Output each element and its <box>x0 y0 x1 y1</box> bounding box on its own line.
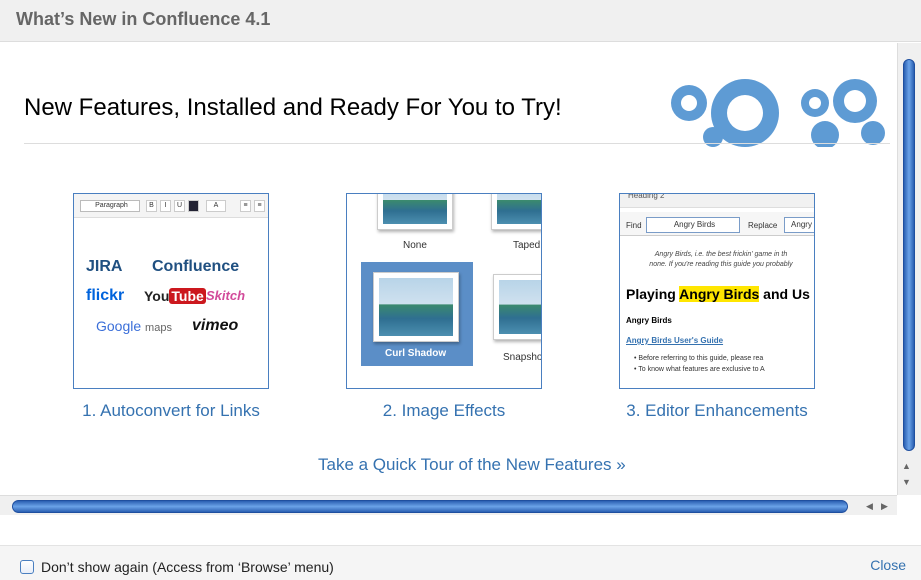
feature-autoconvert: Paragraph B I U A ≡ ≡ JIRA Confluence fl… <box>61 193 281 421</box>
effect-none-preview <box>377 194 453 230</box>
confluence-logo: Confluence <box>152 258 240 275</box>
divider <box>24 143 890 144</box>
effect-none-label: None <box>403 240 427 251</box>
dont-show-label[interactable]: Don’t show again (Access from ‘Browse’ m… <box>41 559 334 575</box>
horizontal-scroll-thumb[interactable] <box>12 500 848 513</box>
style-select: Heading 2 <box>628 193 665 200</box>
scroll-right-icon[interactable]: ▶ <box>881 501 888 512</box>
flickr-logo: flickr <box>86 287 125 304</box>
find-label: Find <box>626 221 642 230</box>
underline-icon: U <box>174 200 185 212</box>
text-size-icon: A <box>206 200 226 212</box>
scroll-up-icon[interactable]: ▲ <box>902 461 911 471</box>
bold-icon: B <box>146 200 157 212</box>
editor-toolbar: Paragraph B I U A ≡ ≡ <box>74 194 268 218</box>
replace-label: Replace <box>748 221 778 230</box>
image-effects-thumbnail[interactable]: None Taped Curl Shadow Snapsho <box>346 193 542 389</box>
jira-logo: JIRA <box>86 258 123 275</box>
feature-link-editor-enhancements[interactable]: 3. Editor Enhancements <box>607 401 827 421</box>
vertical-scrollbar[interactable]: ▲ ▼ <box>897 43 921 495</box>
autoconvert-thumbnail[interactable]: Paragraph B I U A ≡ ≡ JIRA Confluence fl… <box>73 193 269 389</box>
effect-curl-selected: Curl Shadow <box>361 262 473 366</box>
dialog-title-bar: What’s New in Confluence 4.1 <box>0 0 921 42</box>
bullet-item: • To know what features are exclusive to… <box>634 366 765 373</box>
horizontal-scrollbar[interactable]: ◀ ▶ <box>0 495 897 515</box>
vimeo-logo: vimeo <box>192 317 239 334</box>
effect-snapshot-label: Snapsho <box>503 352 542 363</box>
replace-input: Angry N <box>784 217 814 233</box>
service-logos: JIRA Confluence flickr You Tube Skitch Go… <box>74 218 268 388</box>
paragraph-select: Paragraph <box>80 200 140 212</box>
editor-enhancements-thumbnail[interactable]: Heading 2 Find Angry Birds Replace Angry… <box>619 193 815 389</box>
feature-link-autoconvert[interactable]: 1. Autoconvert for Links <box>61 401 281 421</box>
dont-show-checkbox[interactable] <box>20 560 34 574</box>
editor-toolbar: Heading 2 <box>620 193 814 208</box>
color-icon <box>188 200 199 212</box>
page-headline: New Features, Installed and Ready For Yo… <box>24 94 562 121</box>
body-paragraph: Angry Birds, i.e. the best frickin' game… <box>649 251 793 268</box>
scroll-down-icon[interactable]: ▼ <box>902 477 911 487</box>
feature-image-effects: None Taped Curl Shadow Snapsho 2. Image … <box>334 193 554 421</box>
scroll-left-icon[interactable]: ◀ <box>866 501 873 512</box>
heading-preview: Playing Angry Birds and Us <box>626 286 810 302</box>
bullet-item: • Before referring to this guide, please… <box>634 355 764 362</box>
dialog-footer: Don’t show again (Access from ‘Browse’ m… <box>0 545 921 580</box>
close-button[interactable]: Close <box>870 557 906 573</box>
find-replace-bar: Find Angry Birds Replace Angry N <box>620 212 814 236</box>
italic-icon: I <box>160 200 171 212</box>
number-list-icon: ≡ <box>254 200 265 212</box>
feature-editor-enhancements: Heading 2 Find Angry Birds Replace Angry… <box>607 193 827 421</box>
bullet-list-icon: ≡ <box>240 200 251 212</box>
subheading-preview: Angry Birds <box>626 316 672 325</box>
gears-banner-icon <box>671 79 885 147</box>
vertical-scroll-thumb[interactable] <box>903 59 915 451</box>
effect-curl-preview <box>373 272 459 342</box>
feature-link-image-effects[interactable]: 2. Image Effects <box>334 401 554 421</box>
effect-curl-label: Curl Shadow <box>385 348 447 359</box>
find-input: Angry Birds <box>646 217 740 233</box>
effect-taped-label: Taped <box>513 240 541 251</box>
google-maps-logo: Google maps <box>96 318 172 334</box>
guide-link-preview: Angry Birds User's Guide <box>626 336 724 345</box>
content-area: New Features, Installed and Ready For Yo… <box>0 43 897 495</box>
skitch-logo: Skitch <box>206 288 246 303</box>
effect-taped-preview <box>491 194 541 230</box>
youtube-logo: You Tube <box>144 288 206 304</box>
quick-tour-link[interactable]: Take a Quick Tour of the New Features » <box>318 455 626 475</box>
dialog-title: What’s New in Confluence 4.1 <box>16 9 271 29</box>
effect-snapshot-preview <box>493 274 541 340</box>
